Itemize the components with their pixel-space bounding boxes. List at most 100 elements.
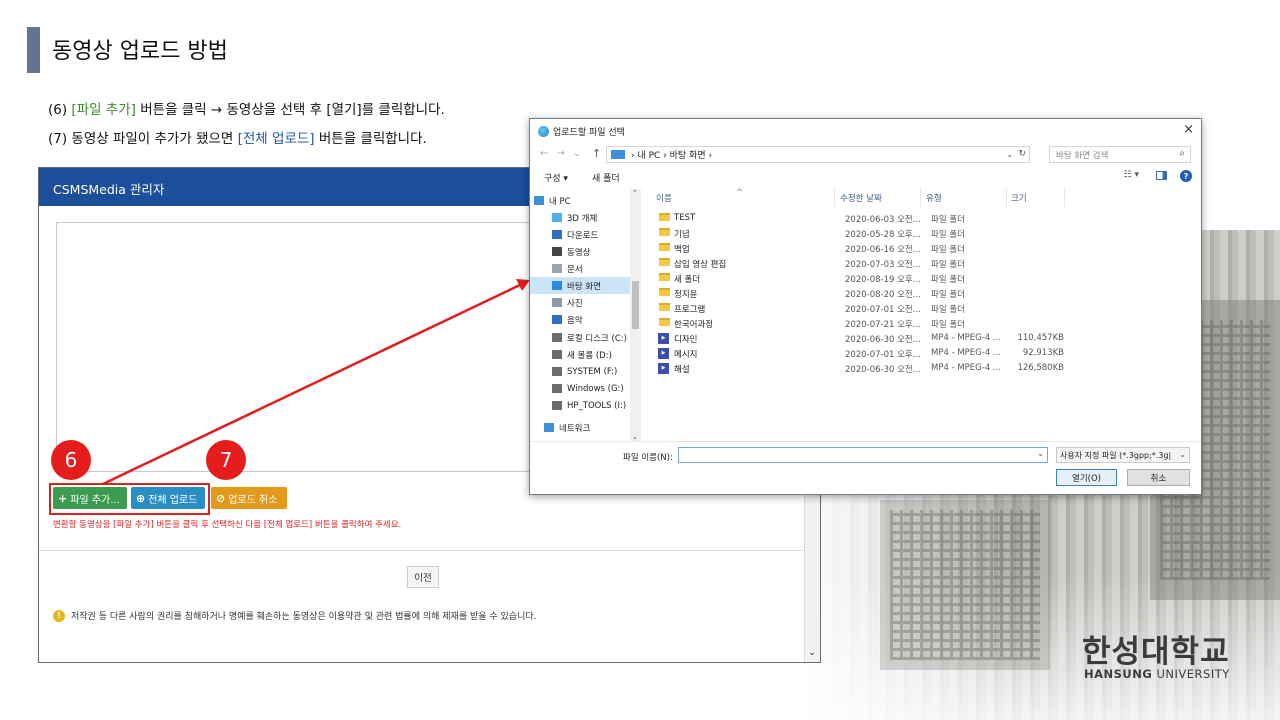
nav-item[interactable]: 3D 개체: [530, 209, 630, 226]
nav-item-label: HP_TOOLS (I:): [567, 400, 627, 411]
chevron-down-icon[interactable]: ⌄: [1006, 150, 1013, 159]
chevron-up-icon[interactable]: ⌃: [632, 189, 638, 197]
file-row[interactable]: ▶ 메시지 2020-07-01 오후... MP4 - MPEG-4 ... 92,9…: [656, 346, 1196, 361]
computer-icon: [534, 196, 544, 205]
nav-item[interactable]: 사진: [530, 294, 630, 311]
nav-item-label: Windows (G:): [567, 383, 624, 394]
file-date: 2020-07-21 오후...: [845, 320, 921, 330]
file-date: 2020-07-01 오후...: [845, 350, 921, 360]
preview-pane-icon[interactable]: [1156, 171, 1167, 180]
filename-input[interactable]: ⌄: [678, 447, 1048, 463]
university-logo-korean: 한성대학교: [1082, 634, 1230, 670]
nav-item[interactable]: 동영상: [530, 243, 630, 260]
file-row[interactable]: 삽입 영상 편집 2020-07-03 오전... 파일 폴더: [656, 256, 1196, 271]
file-date: 2020-08-19 오후...: [845, 275, 921, 285]
file-row[interactable]: TEST 2020-06-03 오전... 파일 폴더: [656, 211, 1196, 226]
video-file-icon: ▶: [658, 363, 669, 374]
nav-item[interactable]: HP_TOOLS (I:): [530, 397, 630, 414]
folder-icon: [659, 213, 670, 221]
video-file-icon: ▶: [658, 348, 669, 359]
nav-item[interactable]: 문서: [530, 260, 630, 277]
file-name: TEST: [674, 213, 696, 223]
nav-item-label: 바탕 화면: [567, 281, 601, 292]
desktop-icon: [552, 281, 562, 290]
refresh-icon[interactable]: ↻: [1018, 149, 1026, 159]
address-bar[interactable]: › 내 PC › 바탕 화면 › ⌄ ↻: [606, 146, 1030, 163]
chevron-down-icon[interactable]: ⌄: [1179, 450, 1186, 459]
file-type: MP4 - MPEG-4 ...: [931, 333, 1002, 343]
drive-icon: [552, 401, 562, 410]
browser-logo-icon: [538, 126, 549, 137]
close-icon[interactable]: ×: [1183, 122, 1194, 137]
chevron-down-icon[interactable]: ⌄: [1037, 449, 1044, 458]
nav-item-label: 내 PC: [549, 196, 571, 207]
chevron-down-icon[interactable]: ⌄: [632, 433, 638, 441]
file-name: 백업: [674, 245, 690, 255]
help-icon[interactable]: ?: [1180, 170, 1192, 182]
file-row[interactable]: 프로그램 2020-07-01 오전... 파일 폴더: [656, 301, 1196, 316]
nav-item[interactable]: 내 PC: [530, 192, 630, 209]
file-row[interactable]: ▶ 해설 2020-06-30 오전... MP4 - MPEG-4 ... 126,5…: [656, 361, 1196, 376]
file-row[interactable]: ▶ 디자인 2020-06-30 오전... MP4 - MPEG-4 ... 110,…: [656, 331, 1196, 346]
file-type: MP4 - MPEG-4 ...: [931, 363, 1002, 373]
cube-icon: [552, 213, 562, 222]
nav-item[interactable]: 새 볼륨 (D:): [530, 346, 630, 363]
logo-english-rest: UNIVERSITY: [1152, 667, 1230, 681]
nav-item[interactable]: SYSTEM (F:): [530, 363, 630, 380]
new-folder-button[interactable]: 새 폴더: [592, 171, 620, 184]
dialog-title: 업로드할 파일 선택: [553, 128, 625, 138]
file-type: 파일 폴더: [931, 245, 965, 255]
open-button[interactable]: 열기(O): [1056, 469, 1117, 486]
file-list-header: 이름 ^ 수정한 날짜 유형 크기: [650, 188, 1200, 207]
drive-icon: [552, 350, 562, 359]
file-open-dialog: 업로드할 파일 선택 × ←→⌄ ↑ › 내 PC › 바탕 화면 › ⌄ ↻ …: [529, 118, 1202, 495]
nav-item[interactable]: 로컬 디스크 (C:): [530, 329, 630, 346]
file-size: 92,913KB: [1022, 348, 1064, 358]
file-name: 삽입 영상 편집: [674, 260, 727, 270]
folder-icon: [659, 258, 670, 266]
back-forward-icon[interactable]: ←→⌄: [540, 148, 589, 159]
file-date: 2020-08-20 오전...: [845, 290, 921, 300]
column-date[interactable]: 수정한 날짜: [840, 192, 882, 204]
organize-menu[interactable]: 구성 ▾: [544, 171, 568, 184]
sort-icon: ^: [736, 188, 744, 198]
nav-item[interactable]: 네트워크: [530, 419, 630, 436]
video-icon: [552, 247, 562, 256]
file-row[interactable]: 기념 2020-05-28 오후... 파일 폴더: [656, 226, 1196, 241]
drive-icon: [552, 367, 562, 376]
nav-item[interactable]: 다운로드: [530, 226, 630, 243]
nav-item[interactable]: 바탕 화면: [530, 277, 630, 294]
column-size[interactable]: 크기: [1011, 192, 1027, 204]
file-row[interactable]: 백업 2020-06-16 오전... 파일 폴더: [656, 241, 1196, 256]
cancel-button[interactable]: 취소: [1127, 469, 1190, 486]
university-logo-english: HANSUNG UNIVERSITY: [1084, 667, 1230, 681]
nav-scrollbar[interactable]: ⌃ ⌄: [630, 189, 641, 441]
file-row[interactable]: 정지윤 2020-08-20 오전... 파일 폴더: [656, 286, 1196, 301]
nav-item-label: SYSTEM (F:): [567, 366, 618, 377]
search-icon[interactable]: ⌕: [1179, 148, 1185, 159]
file-row[interactable]: 한국어과정 2020-07-21 오후... 파일 폴더: [656, 316, 1196, 331]
view-options-icon[interactable]: ☷ ▾: [1124, 170, 1139, 180]
navigation-pane: 내 PC 3D 개체 다운로드 동영상 문서바탕 화면사진 음악로컬 디스크 (C:) 새 …: [530, 189, 642, 441]
file-row[interactable]: 새 폴더 2020-08-19 오후... 파일 폴더: [656, 271, 1196, 286]
folder-icon: [659, 243, 670, 251]
drive-icon: [552, 384, 562, 393]
nav-item[interactable]: Windows (G:): [530, 380, 630, 397]
file-date: 2020-07-03 오전...: [845, 260, 921, 270]
column-separator: [834, 189, 835, 207]
column-name[interactable]: 이름: [656, 192, 672, 204]
file-type: 파일 폴더: [931, 275, 965, 285]
picture-icon: [552, 298, 562, 307]
dialog-toolbar: 구성 ▾ 새 폴더 ☷ ▾ ?: [530, 167, 1201, 187]
breadcrumb[interactable]: › 내 PC › 바탕 화면 ›: [631, 148, 712, 161]
scroll-thumb[interactable]: [632, 281, 639, 329]
search-input[interactable]: 바탕 화면 검색 ⌕: [1049, 146, 1191, 163]
file-name: 기념: [674, 230, 690, 240]
nav-item[interactable]: 음악: [530, 311, 630, 328]
filetype-select[interactable]: 사용자 지정 파일 (*.3gpp;*.3g| ⌄: [1056, 447, 1190, 463]
nav-item-label: 로컬 디스크 (C:): [567, 333, 627, 344]
column-type[interactable]: 유형: [926, 192, 942, 204]
up-arrow-icon[interactable]: ↑: [592, 147, 601, 160]
file-type: MP4 - MPEG-4 ...: [931, 348, 1002, 358]
step-marker-7: 7: [206, 440, 246, 480]
